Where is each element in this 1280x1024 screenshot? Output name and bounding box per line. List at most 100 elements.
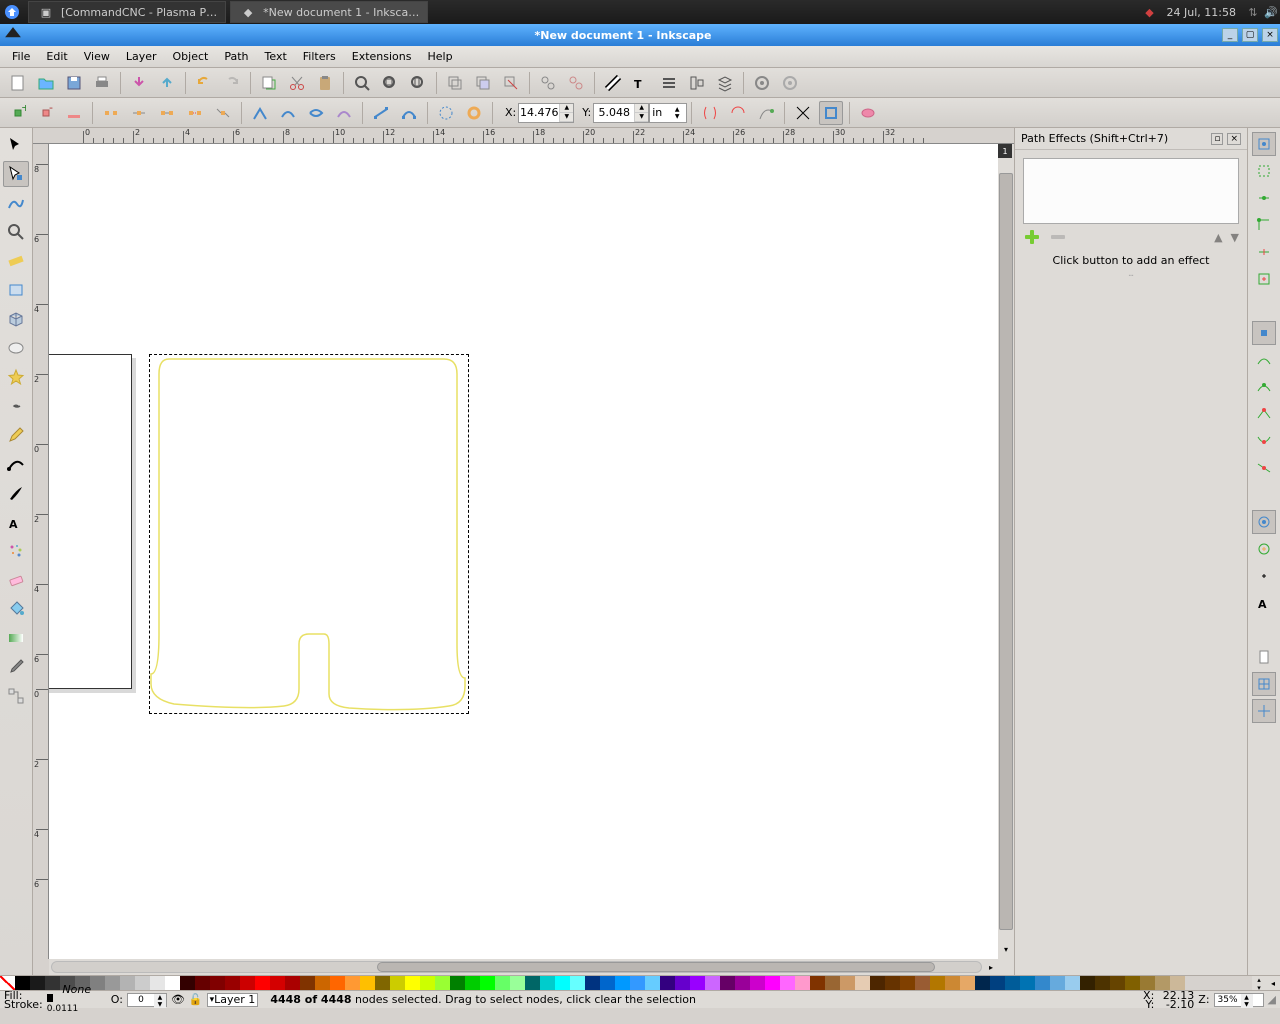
color-swatch[interactable] <box>885 976 900 990</box>
insert-node-button[interactable]: + <box>6 101 30 125</box>
export-button[interactable] <box>155 71 179 95</box>
snap-center-button[interactable] <box>1252 267 1276 291</box>
undo-button[interactable] <box>192 71 216 95</box>
copy-button[interactable] <box>257 71 281 95</box>
color-swatch[interactable] <box>345 976 360 990</box>
color-swatch[interactable] <box>480 976 495 990</box>
color-swatch[interactable] <box>240 976 255 990</box>
snap-smooth-button[interactable] <box>1252 429 1276 453</box>
color-swatch[interactable] <box>1125 976 1140 990</box>
import-button[interactable] <box>127 71 151 95</box>
color-swatch[interactable] <box>255 976 270 990</box>
color-swatch[interactable] <box>780 976 795 990</box>
add-effect-button[interactable] <box>1023 228 1041 246</box>
segment-line-button[interactable] <box>369 101 393 125</box>
color-swatch[interactable] <box>465 976 480 990</box>
color-swatch[interactable] <box>435 976 450 990</box>
break-node-button[interactable] <box>99 101 123 125</box>
unlink-clone-button[interactable] <box>499 71 523 95</box>
doc-prefs-button[interactable] <box>778 71 802 95</box>
open-button[interactable] <box>34 71 58 95</box>
color-swatch[interactable] <box>735 976 750 990</box>
gradient-tool[interactable] <box>3 625 29 651</box>
color-swatch[interactable] <box>690 976 705 990</box>
unit-select[interactable]: in▲▼ <box>649 103 687 123</box>
show-outline-button[interactable] <box>819 101 843 125</box>
show-clip-button[interactable] <box>698 101 722 125</box>
zoom-page-button[interactable] <box>406 71 430 95</box>
color-swatch[interactable] <box>570 976 585 990</box>
remove-effect-button[interactable] <box>1049 228 1067 246</box>
zoom-input[interactable]: ▲▼ <box>1214 993 1264 1007</box>
color-swatch[interactable] <box>180 976 195 990</box>
bezier-tool[interactable] <box>3 451 29 477</box>
color-swatch[interactable] <box>840 976 855 990</box>
color-swatch[interactable] <box>195 976 210 990</box>
measure-tool[interactable] <box>3 248 29 274</box>
layer-indicator[interactable]: 1 <box>998 144 1012 158</box>
color-swatch[interactable] <box>915 976 930 990</box>
star-tool[interactable] <box>3 364 29 390</box>
no-fill-swatch[interactable] <box>0 976 15 990</box>
snap-cusp-button[interactable] <box>1252 402 1276 426</box>
color-swatch[interactable] <box>1080 976 1095 990</box>
edit-clip-path-button[interactable] <box>856 101 880 125</box>
node-auto-button[interactable] <box>332 101 356 125</box>
bucket-tool[interactable] <box>3 596 29 622</box>
scrollbar-vertical[interactable]: 1 ▾ <box>998 144 1014 959</box>
color-swatch[interactable] <box>285 976 300 990</box>
snap-enable-button[interactable] <box>1252 132 1276 156</box>
color-swatch[interactable] <box>1065 976 1080 990</box>
color-swatch[interactable] <box>450 976 465 990</box>
color-swatch[interactable] <box>825 976 840 990</box>
color-swatch[interactable] <box>540 976 555 990</box>
color-swatch[interactable] <box>960 976 975 990</box>
snap-nodes-button[interactable] <box>1252 321 1276 345</box>
color-swatch[interactable] <box>750 976 765 990</box>
ungroup-button[interactable] <box>564 71 588 95</box>
menu-extensions[interactable]: Extensions <box>344 48 420 65</box>
print-button[interactable] <box>90 71 114 95</box>
color-swatch[interactable] <box>930 976 945 990</box>
color-swatch[interactable] <box>375 976 390 990</box>
menu-file[interactable]: File <box>4 48 38 65</box>
task-commandcnc[interactable]: ▣ [CommandCNC - Plasma P… <box>28 1 226 23</box>
next-path-effect-button[interactable] <box>754 101 778 125</box>
ruler-horizontal[interactable]: 02468101214161820222426283032 <box>33 128 1014 144</box>
snap-grid-button[interactable] <box>1252 672 1276 696</box>
visibility-toggle-icon[interactable]: 👁 <box>171 993 185 1006</box>
layer-select[interactable]: ▾ Layer 1 <box>207 993 259 1007</box>
window-titlebar[interactable]: *New document 1 - Inkscape _ ▢ × <box>0 24 1280 46</box>
color-swatch[interactable] <box>555 976 570 990</box>
color-swatch[interactable] <box>600 976 615 990</box>
task-inkscape[interactable]: ◆ *New document 1 - Inksca… <box>230 1 428 23</box>
zoom-fit-button[interactable] <box>350 71 374 95</box>
color-swatch[interactable] <box>945 976 960 990</box>
show-handles-button[interactable] <box>791 101 815 125</box>
color-swatch[interactable] <box>510 976 525 990</box>
selector-tool[interactable] <box>3 132 29 158</box>
join-node-button[interactable] <box>127 101 151 125</box>
color-swatch[interactable] <box>765 976 780 990</box>
color-swatch[interactable] <box>900 976 915 990</box>
volume-icon[interactable]: 🔊 <box>1262 3 1280 21</box>
color-swatch[interactable] <box>360 976 375 990</box>
color-swatch[interactable] <box>330 976 345 990</box>
object-to-path-button[interactable] <box>434 101 458 125</box>
snap-text-baseline-button[interactable]: A <box>1252 591 1276 615</box>
color-swatch[interactable] <box>585 976 600 990</box>
snap-other-button[interactable] <box>1252 510 1276 534</box>
snap-edge-button[interactable] <box>1252 186 1276 210</box>
color-swatch[interactable] <box>630 976 645 990</box>
color-swatch[interactable] <box>855 976 870 990</box>
tweak-tool[interactable] <box>3 190 29 216</box>
color-swatch[interactable] <box>135 976 150 990</box>
maximize-button[interactable]: ▢ <box>1242 28 1258 42</box>
color-swatch[interactable] <box>525 976 540 990</box>
color-swatch[interactable] <box>645 976 660 990</box>
snap-intersection-button[interactable] <box>1252 375 1276 399</box>
color-swatch[interactable] <box>1005 976 1020 990</box>
snap-line-midpoint-button[interactable] <box>1252 456 1276 480</box>
move-up-button[interactable]: ▲ <box>1214 231 1222 244</box>
save-button[interactable] <box>62 71 86 95</box>
